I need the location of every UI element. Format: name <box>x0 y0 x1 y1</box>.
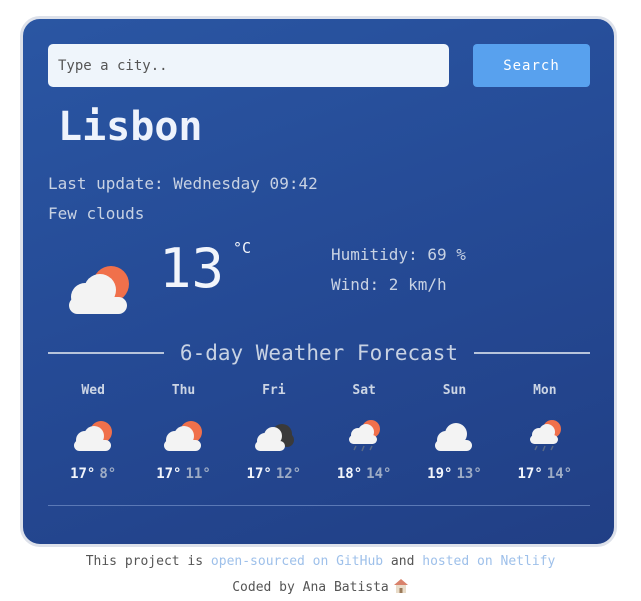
forecast-min-temp: 12° <box>275 466 302 482</box>
few-clouds-day-icon <box>74 421 113 451</box>
forecast-day-name: Fri <box>262 383 286 398</box>
forecast-day: Mon 17° 14° <box>500 381 590 483</box>
forecast-max-temp: 17° <box>156 466 182 482</box>
rain-day-icon <box>529 420 561 452</box>
temperature-unit[interactable]: °C <box>233 239 251 257</box>
footer-links: This project is open-sourced on GitHub a… <box>0 554 641 569</box>
few-clouds-day-icon <box>69 266 129 314</box>
last-update: Last update: Wednesday 09:42 <box>48 174 318 193</box>
forecast-min-temp: 14° <box>546 466 573 482</box>
weather-description: Few clouds <box>48 204 145 223</box>
divider <box>48 352 164 354</box>
forecast-day-name: Sun <box>442 383 467 398</box>
city-search-input[interactable] <box>48 44 449 87</box>
credit-text: Coded by Ana Batista <box>232 580 389 595</box>
forecast-min-temp: 8° <box>99 466 117 482</box>
rain-day-icon <box>349 420 381 452</box>
forecast-title: 6-day Weather Forecast <box>179 341 459 365</box>
forecast-day-name: Sat <box>352 383 376 398</box>
forecast-max-temp: 19° <box>427 466 453 482</box>
footer-text: This project is <box>85 554 211 569</box>
forecast-day: Thu 17° 11° <box>138 381 228 483</box>
forecast-day: Wed 17° 8° <box>48 381 138 483</box>
footer-text: and <box>383 554 423 569</box>
forecast-heading: 6-day Weather Forecast <box>48 341 590 365</box>
forecast-max-temp: 17° <box>70 466 96 482</box>
forecast-day-name: Mon <box>533 383 557 398</box>
forecast-min-temp: 13° <box>456 466 482 482</box>
forecast-list: Wed 17° 8° Thu 17° 11° Fri 17° 12° Sat 1… <box>48 381 590 483</box>
forecast-min-temp: 11° <box>185 466 211 482</box>
forecast-day: Sun 19° 13° <box>409 381 499 483</box>
house-icon <box>393 579 408 593</box>
divider <box>474 352 590 354</box>
current-temperature: 13 <box>159 237 225 300</box>
divider <box>48 505 590 506</box>
forecast-max-temp: 18° <box>336 466 363 482</box>
forecast-day: Fri 17° 12° <box>229 381 319 483</box>
netlify-link[interactable]: hosted on Netlify <box>422 554 555 569</box>
wind-speed: Wind: 2 km/h <box>331 275 447 294</box>
cloud-icon <box>435 423 473 451</box>
forecast-day-name: Wed <box>81 383 105 398</box>
city-name: Lisbon <box>58 104 203 150</box>
forecast-min-temp: 14° <box>366 466 392 482</box>
forecast-day: Sat 18° 14° <box>319 381 409 483</box>
few-clouds-day-icon <box>164 421 203 451</box>
forecast-day-name: Thu <box>171 383 196 398</box>
weather-card: Search Lisbon Last update: Wednesday 09:… <box>20 16 617 547</box>
broken-clouds-icon <box>254 424 294 451</box>
github-link[interactable]: open-sourced on GitHub <box>211 554 383 569</box>
humidity: Humitidy: 69 % <box>331 245 466 264</box>
forecast-max-temp: 17° <box>246 466 272 482</box>
footer-credit: Coded by Ana Batista <box>0 578 641 595</box>
search-button[interactable]: Search <box>473 44 590 87</box>
forecast-max-temp: 17° <box>517 466 543 482</box>
